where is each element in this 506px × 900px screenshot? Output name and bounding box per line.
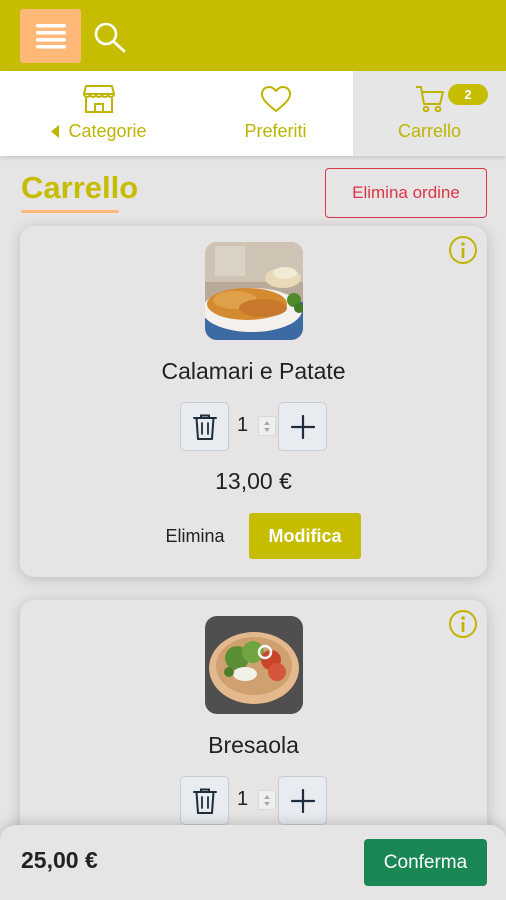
cart-total: 25,00 € xyxy=(21,847,98,873)
heart-icon xyxy=(260,85,291,112)
cart-count-badge: 2 xyxy=(448,84,488,105)
caret-left-icon xyxy=(51,125,60,138)
trash-icon xyxy=(192,788,217,814)
tab-cart[interactable]: 2 Carrello xyxy=(353,71,506,156)
add-one-button[interactable] xyxy=(278,776,327,825)
plus-icon xyxy=(290,414,315,439)
cart-item-card: Calamari e Patate 1 13,00 € Elimina Modi… xyxy=(20,226,487,577)
tab-favorites[interactable]: Preferiti xyxy=(198,71,353,156)
tab-categories-label: Categorie xyxy=(68,121,147,141)
remove-one-button[interactable] xyxy=(180,402,229,451)
top-app-bar xyxy=(0,0,506,71)
tab-cart-label: Carrello xyxy=(397,121,462,141)
plus-icon xyxy=(290,788,315,813)
product-name: Bresaola xyxy=(208,732,299,758)
bresaola-salad-photo xyxy=(205,616,303,714)
remove-item-button[interactable]: Elimina xyxy=(150,513,240,559)
edit-item-button[interactable]: Modifica xyxy=(249,513,361,559)
quantity-spinner[interactable] xyxy=(258,416,276,436)
checkout-footer: 25,00 € Conferma xyxy=(0,825,506,900)
search-button[interactable] xyxy=(92,20,128,54)
cart-icon xyxy=(415,86,444,113)
cart-item-card: Bresaola 1 xyxy=(20,600,487,860)
quantity-value[interactable]: 1 xyxy=(237,788,248,811)
trash-icon xyxy=(192,414,217,440)
info-icon[interactable] xyxy=(448,609,478,639)
page-title: Carrello xyxy=(21,170,139,205)
delete-order-button[interactable]: Elimina ordine xyxy=(325,168,487,218)
quantity-stepper: 1 xyxy=(180,776,327,825)
title-underline xyxy=(21,210,119,213)
quantity-stepper: 1 xyxy=(180,402,327,451)
hamburger-menu-icon xyxy=(35,24,66,49)
quantity-spinner[interactable] xyxy=(258,790,276,810)
product-image xyxy=(205,616,303,714)
fried-calamari-photo xyxy=(205,242,303,340)
tab-favorites-label: Preferiti xyxy=(244,121,307,141)
product-price: 13,00 € xyxy=(215,468,292,494)
quantity-value[interactable]: 1 xyxy=(237,414,248,437)
add-one-button[interactable] xyxy=(278,402,327,451)
info-icon[interactable] xyxy=(448,235,478,265)
product-name: Calamari e Patate xyxy=(161,358,346,384)
confirm-button[interactable]: Conferma xyxy=(364,839,487,886)
remove-one-button[interactable] xyxy=(180,776,229,825)
tab-bar: Categorie Preferiti 2 Carrello xyxy=(0,71,506,156)
search-icon xyxy=(94,22,126,53)
product-image xyxy=(205,242,303,340)
menu-button[interactable] xyxy=(20,9,81,63)
tab-categories[interactable]: Categorie xyxy=(0,71,198,156)
store-icon xyxy=(83,85,115,113)
